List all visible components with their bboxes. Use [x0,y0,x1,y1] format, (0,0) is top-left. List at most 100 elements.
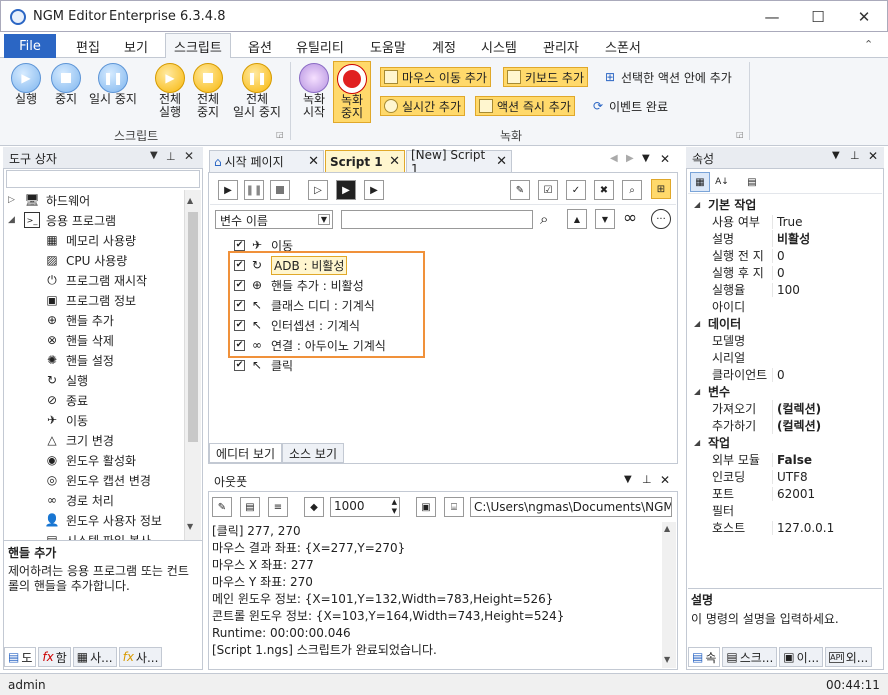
action-item[interactable]: ✔ ↖ 클릭 [234,355,674,375]
output-path-field[interactable]: C:\Users\ngmas\Documents\NGM6\ [470,497,672,517]
editor-pause-icon[interactable]: ❚❚ [244,180,264,200]
output-clear-icon[interactable]: ✎ [212,497,232,517]
editor-step-icon[interactable]: ▷ [308,180,328,200]
property-value[interactable]: UTF8 [772,469,808,484]
variable-value-input[interactable] [341,210,533,229]
output-scrollbar[interactable]: ▲ ▼ [662,522,676,668]
event-done-button[interactable]: ⟳ 이벤트 완료 [587,96,671,116]
editor-search-icon[interactable]: ⌕ [622,180,642,200]
tab-source-view[interactable]: 소스 보기 [282,443,344,463]
property-row[interactable]: 설명 비활성 [688,230,882,247]
editor-check-all-icon[interactable]: ☑ [538,180,558,200]
property-pages-icon[interactable]: ▤ [742,172,762,192]
collapse-icon[interactable]: ◢ [688,319,708,328]
property-row[interactable]: 모델명 [688,332,882,349]
move-down-icon[interactable]: ▼ [595,209,615,229]
menu-tab-script[interactable]: 스크립트 [165,33,231,59]
collapse-icon[interactable]: ◢ [688,387,708,396]
stop-button[interactable]: 중지 [48,63,84,106]
close-panel-icon[interactable]: ✕ [184,149,194,163]
toolbox-item[interactable]: ▣ 프로그램 정보 [44,290,184,310]
menu-tab-system[interactable]: 시스템 [481,37,517,56]
stop-all-button[interactable]: 전체 중지 [190,63,226,119]
property-row[interactable]: 사용 여부 True [688,213,882,230]
tab-user-1[interactable]: ▦ 사... [72,647,117,667]
eraser-icon[interactable]: ◆ [304,497,324,517]
tab-functions[interactable]: fx 함 [38,647,71,667]
tree-category-application[interactable]: ◢ >_ 응용 프로그램 [8,210,184,230]
editor-check-icon[interactable]: ✓ [566,180,586,200]
toolbox-item[interactable]: ⊘ 종료 [44,390,184,410]
run-button[interactable]: ▶ 실행 [8,63,44,106]
group-launcher-icon[interactable]: ◲ [736,130,744,139]
property-value[interactable]: 0 [772,367,785,382]
group-launcher-icon[interactable]: ◲ [276,130,284,139]
property-row[interactable]: 호스트 127.0.0.1 [688,519,882,536]
pin-icon[interactable]: ⊥ [642,473,652,486]
add-keyboard-button[interactable]: 키보드 추가 [503,67,589,87]
tab-scroll-left-icon[interactable]: ◀ [610,153,618,164]
toolbox-item[interactable]: ▦ 메모리 사용량 [44,230,184,250]
tab-new-script-1[interactable]: [New] Script 1 ✕ [406,148,512,176]
editor-stop-icon[interactable] [270,180,290,200]
close-button[interactable]: ✕ [841,1,887,33]
property-value[interactable]: 100 [772,282,800,297]
output-document-icon[interactable]: ▤ [240,497,260,517]
dropdown-icon[interactable]: ▼ [150,150,158,161]
property-row[interactable]: 실행율 100 [688,281,882,298]
add-action-now-button[interactable]: 액션 즉시 추가 [475,96,575,116]
toolbox-item[interactable]: ↻ 실행 [44,370,184,390]
close-panel-icon[interactable]: ✕ [660,473,670,487]
toolbox-item[interactable]: ◎ 윈도우 캡션 변경 [44,470,184,490]
tab-scripts[interactable]: ▤ 스크... [722,647,778,667]
toolbox-item[interactable]: ⊗ 핸들 삭제 [44,330,184,350]
tab-images[interactable]: ▣ 이... [779,647,824,667]
expand-icon[interactable]: ▷ [8,195,18,205]
tab-script-1[interactable]: Script 1 ✕ [325,150,405,172]
close-tab-icon[interactable]: ✕ [308,154,319,169]
menu-tab-account[interactable]: 계정 [432,37,456,56]
toolbox-scrollbar[interactable]: ▲ ▼ [184,190,201,540]
property-row[interactable]: 클라이언트 0 [688,366,882,383]
file-menu-button[interactable]: File [4,34,56,58]
add-realtime-button[interactable]: 실시간 추가 [380,96,466,116]
editor-run-selected-icon[interactable]: ▶ [364,180,384,200]
close-tab-icon[interactable]: ✕ [389,154,400,169]
toolbox-item[interactable]: ✈ 이동 [44,410,184,430]
close-document-icon[interactable]: ✕ [660,152,670,166]
editor-run-icon[interactable]: ▶ [218,180,238,200]
save-icon[interactable]: ▣ [416,497,436,517]
tab-toolbox[interactable]: ▤ 도 [4,647,37,667]
property-value[interactable]: True [772,214,803,229]
categorized-icon[interactable]: ▦ [690,172,710,192]
editor-delete-icon[interactable]: ✖ [594,180,614,200]
dropdown-icon[interactable]: ▼ [832,150,840,161]
property-row[interactable]: 시리얼 [688,349,882,366]
property-value[interactable]: 62001 [772,486,815,501]
editor-edit-icon[interactable]: ✎ [510,180,530,200]
output-list-icon[interactable]: ≡ [268,497,288,517]
menu-tab-sponsor[interactable]: 스폰서 [605,37,641,56]
tab-properties[interactable]: ▤ 속 [688,647,721,667]
property-value[interactable]: 0 [772,265,785,280]
maximize-button[interactable]: ☐ [795,1,841,33]
property-row[interactable]: 포트 62001 [688,485,882,502]
toolbox-item[interactable]: ⊕ 핸들 추가 [44,310,184,330]
stepper-icon[interactable]: ▲ ▼ [392,498,397,516]
pin-icon[interactable]: ⊥ [166,150,176,163]
property-value[interactable]: (컬렉션) [772,400,821,417]
action-checkbox[interactable]: ✔ [234,359,245,371]
toolbox-item[interactable]: ▨ CPU 사용량 [44,250,184,270]
record-start-button[interactable]: 녹화 시작 [296,63,332,119]
move-up-icon[interactable]: ▲ [567,209,587,229]
tab-editor-view[interactable]: 에디터 보기 [209,443,283,463]
property-row[interactable]: 실행 후 지 0 [688,264,882,281]
toolbox-item[interactable]: △ 크기 변경 [44,430,184,450]
minimize-button[interactable]: — [749,1,795,33]
infinity-icon[interactable]: ∞ [623,208,637,228]
pause-button[interactable]: ❚❚ 일시 중지 [86,63,140,106]
tree-category-hardware[interactable]: ▷ 🖥 하드웨어 [8,190,184,210]
folder-icon[interactable]: ⌸ [444,497,464,517]
tab-external[interactable]: API 외... [825,647,873,667]
menu-tab-edit[interactable]: 편집 [76,37,100,56]
